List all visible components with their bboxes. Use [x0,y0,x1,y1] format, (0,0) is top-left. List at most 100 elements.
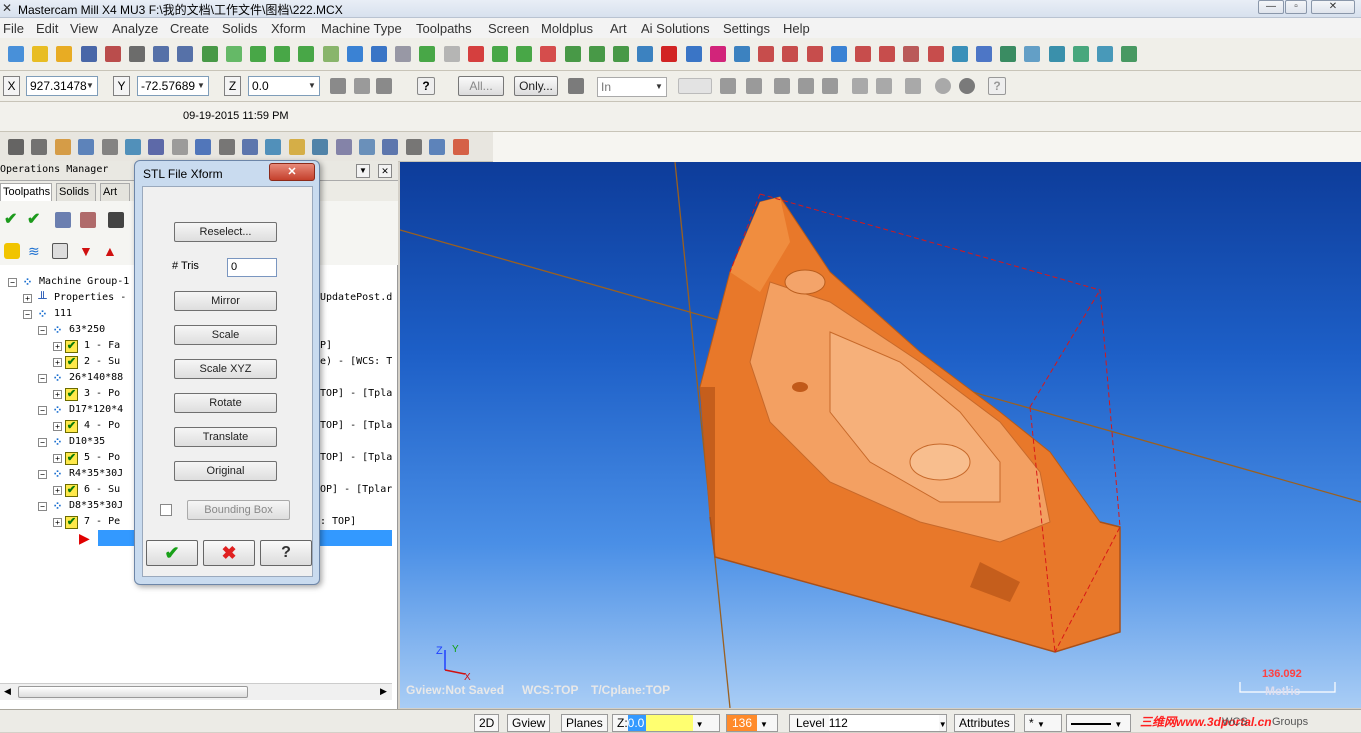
operation-check-icon[interactable]: ✔ [65,484,78,497]
cancel-x-icon[interactable]: ✖ [203,540,255,566]
grid-icon[interactable] [758,46,775,62]
tab-art[interactable]: Art [100,183,130,201]
selection-method-icon[interactable] [678,78,712,94]
menu-view[interactable]: View [70,21,98,36]
operation-check-icon[interactable]: ✔ [65,420,78,433]
stretch-icon[interactable] [806,46,823,62]
tree-expander[interactable]: − [23,310,32,319]
tree-expander[interactable]: + [53,390,62,399]
operation-row[interactable]: 5 - Po [84,452,120,463]
machine-group-icon[interactable]: ⁘ [20,276,35,289]
move-up-icon[interactable]: ▲ [103,243,119,259]
surface-rough-icon[interactable] [1048,46,1065,62]
create-chamfer-icon[interactable] [588,46,605,62]
dialog-close-button[interactable]: ✕ [269,163,315,181]
tree-node-label[interactable]: D10*35 [69,436,105,447]
menu-settings[interactable]: Settings [723,21,770,36]
menu-machine-type[interactable]: Machine Type [321,21,402,36]
menu-file[interactable]: File [3,21,24,36]
scale-xyz-button[interactable]: Scale XYZ [174,359,277,379]
scale-button[interactable]: Scale [174,325,277,345]
tree-expander[interactable]: − [38,470,47,479]
translate-icon[interactable] [419,46,436,62]
operation-row[interactable]: 2 - Su [84,356,120,367]
tree-expander[interactable]: − [38,326,47,335]
tab-solids[interactable]: Solids [56,183,96,201]
maximize-button[interactable]: ▫ [1285,0,1307,14]
regenerate-icon[interactable] [55,212,71,228]
solid-select-back-icon[interactable] [852,78,868,94]
tree-node-label[interactable]: Machine Group-1 [39,276,129,287]
bounding-box-button[interactable]: Bounding Box [187,500,290,520]
tool-manager-icon[interactable] [359,139,375,155]
lathe-op-icon[interactable] [195,139,212,155]
solid-face-icon[interactable] [774,78,790,94]
invert-selection-icon[interactable] [959,78,975,94]
select-all-ops-icon[interactable]: ✔ [4,212,20,228]
new-file-icon[interactable] [8,46,24,62]
clear-selection-icon[interactable] [935,78,951,94]
operation-row[interactable]: 7 - Pe [84,516,120,527]
wcs-icon[interactable] [879,46,896,62]
array-icon[interactable] [709,46,726,62]
nc-utility-icon[interactable] [452,139,469,155]
face-op-icon[interactable] [78,139,95,155]
post-icon[interactable] [52,243,68,259]
tris-input[interactable]: 0 [227,258,277,277]
toolpath-group-icon[interactable]: ⁘ [50,372,65,385]
contour-op-icon[interactable] [31,139,48,155]
color-field[interactable]: 136 ▼ [726,714,778,732]
tree-node-label[interactable]: R4*35*30J [69,468,123,479]
original-button[interactable]: Original [174,461,277,481]
z-depth-field[interactable]: Z:0.0 ▼ [612,714,720,732]
layer-icon[interactable] [855,46,871,62]
toolpath-display-icon[interactable]: ≋ [28,243,44,259]
translate-button[interactable]: Translate [174,427,277,447]
drill-op-icon[interactable] [8,139,24,155]
end-selection-icon[interactable] [905,78,921,94]
tree-expander[interactable]: + [53,518,62,527]
menu-art[interactable]: Art [610,21,627,36]
2d-3d-toggle[interactable]: 2D [474,714,500,732]
autocursor-icon[interactable] [330,78,346,94]
rotate-button[interactable]: Rotate [174,393,277,413]
menu-help[interactable]: Help [783,21,810,36]
xform-icon[interactable] [429,139,446,155]
mirror-icon[interactable] [661,46,678,62]
graphics-viewport[interactable]: Z Y X Gview:Not Saved WCS:TOP T/Cplane:T… [400,162,1361,708]
ok-check-icon[interactable]: ✔ [146,540,198,566]
surface-icon[interactable] [637,46,654,62]
redo-icon[interactable] [177,46,194,62]
toolpath-group-icon[interactable]: ⁘ [35,308,50,321]
operation-row[interactable]: 6 - Su [84,484,120,495]
tree-expander[interactable]: − [38,374,47,383]
tree-node-label[interactable]: D8*35*30J [69,500,123,511]
tree-node-label[interactable]: D17*120*4 [69,404,123,415]
solid-edge-icon[interactable] [822,78,838,94]
pocket-icon[interactable] [1000,46,1017,62]
material-icon[interactable] [382,139,399,155]
tab-toolpaths[interactable]: Toolpaths [0,183,52,201]
stock-model-icon[interactable] [265,139,282,155]
tree-expander[interactable]: + [53,358,62,367]
tree-expander[interactable]: + [53,422,62,431]
selection-help-icon[interactable]: ? [988,77,1006,95]
operation-row[interactable]: 1 - Fa [84,340,120,351]
verify-selection-icon[interactable] [568,78,584,94]
gview-button[interactable]: Gview [507,714,551,732]
attributes-button[interactable]: Attributes [954,714,1015,732]
operation-check-icon[interactable]: ✔ [65,356,78,369]
panel-close-button[interactable]: ✕ [378,164,392,178]
solid-cone-icon[interactable] [298,46,315,62]
circle-icon[interactable] [467,46,484,62]
toolpath-group-icon[interactable]: ⁘ [50,436,65,449]
toolpath-group-icon[interactable]: ⁘ [50,468,65,481]
wireframe-icon[interactable] [322,46,339,62]
fillet-surface-icon[interactable] [830,46,847,62]
scroll-left-icon[interactable]: ◀ [4,686,11,697]
menu-screen[interactable]: Screen [488,21,529,36]
lock-icon[interactable] [4,243,20,259]
undo-selection-icon[interactable] [876,78,892,94]
check-icon[interactable] [405,139,422,155]
menu-solids[interactable]: Solids [222,21,257,36]
